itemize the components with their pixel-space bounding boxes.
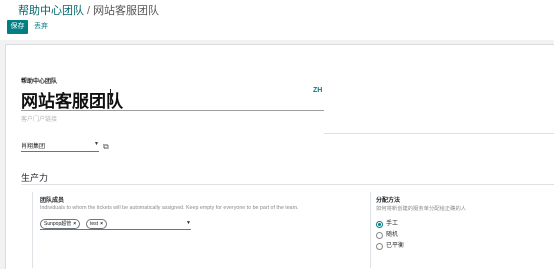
team-members-input[interactable]: Sunpop超管 × test × ▼ [40, 219, 191, 230]
external-link-icon[interactable]: ⧉ [103, 142, 109, 152]
remove-tag-icon[interactable]: × [73, 221, 76, 227]
radio-label: 手工 [386, 221, 399, 227]
form-sheet [5, 44, 554, 269]
assignment-method-hint: 如何将新创建的服务单分配给正确的人 [376, 206, 467, 212]
member-tag-label: Sunpop超管 [44, 221, 72, 227]
company-select-value: 肖翔集团 [21, 144, 46, 150]
breadcrumb: 帮助中心团队 / 网站客服团队 [18, 2, 159, 18]
team-members-label: 团队成员 [40, 198, 65, 204]
member-tag[interactable]: test × [86, 219, 107, 229]
section-title-productivity: 生产力 [21, 173, 49, 183]
portal-link-placeholder: 客户门户链接 [21, 117, 58, 123]
radio-unchecked-icon[interactable] [376, 232, 383, 239]
chevron-down-icon: ▼ [94, 141, 99, 147]
control-panel: 帮助中心团队 / 网站客服团队 保存 丢弃 [0, 0, 554, 40]
radio-unchecked-icon[interactable] [376, 243, 383, 250]
company-select[interactable]: 肖翔集团 ▼ [21, 141, 99, 152]
column-divider-right [370, 192, 371, 268]
team-name-input[interactable]: 网站客服团队 [21, 86, 324, 111]
breadcrumb-separator: / [87, 5, 91, 17]
breadcrumb-current: 网站客服团队 [93, 5, 160, 17]
save-button[interactable]: 保存 [7, 20, 28, 34]
divider [324, 133, 554, 134]
remove-tag-icon[interactable]: × [100, 221, 103, 227]
text-caret [110, 89, 111, 105]
breadcrumb-parent-link[interactable]: 帮助中心团队 [18, 5, 84, 17]
member-tag[interactable]: Sunpop超管 × [40, 219, 81, 229]
assignment-method-label: 分配方法 [376, 198, 401, 204]
translate-language-button[interactable]: ZH [313, 87, 322, 94]
member-tag-label: test [90, 221, 99, 227]
radio-label: 已平衡 [386, 243, 405, 249]
chevron-down-icon: ▼ [186, 220, 191, 226]
team-name-value: 网站客服团队 [21, 92, 123, 111]
team-members-hint: Individuals to whom the tickets will be … [40, 205, 299, 211]
radio-checked-icon[interactable] [376, 221, 383, 228]
radio-label: 随机 [386, 232, 399, 238]
name-field-label: 帮助中心团队 [21, 79, 58, 85]
column-divider-left [32, 192, 33, 268]
discard-button[interactable]: 丢弃 [34, 20, 48, 34]
section-divider [21, 184, 554, 185]
